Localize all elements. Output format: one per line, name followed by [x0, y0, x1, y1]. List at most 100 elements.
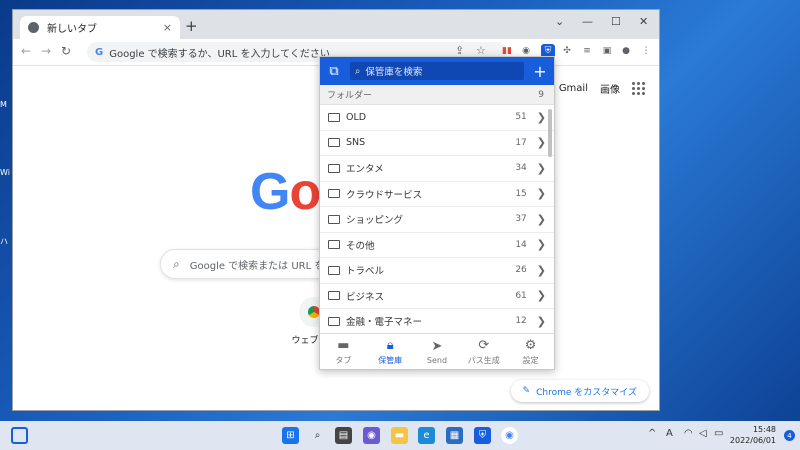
- folder-count: 51: [515, 112, 527, 123]
- pencil-icon: ✎: [522, 386, 531, 396]
- chevron-right-icon: ❯: [536, 136, 546, 150]
- side-panel-icon[interactable]: ▣: [600, 44, 614, 58]
- widgets-icon[interactable]: [11, 427, 28, 444]
- search-icon[interactable]: ⌕: [309, 427, 326, 444]
- nav-tab[interactable]: ▬ タブ: [320, 334, 367, 369]
- tab-search-icon[interactable]: ⌄: [555, 15, 564, 28]
- folder-icon: [328, 163, 340, 173]
- customize-chrome-button[interactable]: ✎ Chrome をカスタマイズ: [510, 380, 649, 402]
- folder-icon: [328, 112, 340, 122]
- search-icon: ⌕: [173, 256, 180, 271]
- folder-icon: [328, 316, 340, 326]
- close-tab-icon[interactable]: ×: [163, 21, 172, 34]
- new-tab-button[interactable]: +: [185, 17, 198, 35]
- folder-count: 17: [515, 137, 527, 148]
- apps-grid-icon[interactable]: [632, 82, 645, 95]
- store-icon[interactable]: ▦: [446, 427, 463, 444]
- folder-item[interactable]: OLD 51 ❯: [320, 105, 554, 131]
- reload-icon[interactable]: ↻: [61, 44, 71, 58]
- folder-count: 34: [515, 163, 527, 174]
- tab-new-tab[interactable]: 新しいタブ ×: [20, 16, 180, 39]
- folder-name: エンタメ: [346, 164, 384, 176]
- volume-icon[interactable]: ◁: [699, 428, 707, 439]
- nav-generator-label: パス生成: [467, 355, 500, 365]
- folder-icon: [328, 240, 340, 250]
- gmail-link[interactable]: Gmail: [559, 83, 588, 94]
- nav-send[interactable]: ➤ Send: [414, 334, 461, 369]
- folder-item[interactable]: クラウドサービス 15 ❯: [320, 182, 554, 207]
- folder-list: OLD 51 ❯ SNS 17 ❯ エンタメ 34 ❯ クラウドサービス 15 ❯ ショッピング…: [320, 105, 554, 333]
- folder-name: クラウドサービス: [346, 189, 423, 201]
- chevron-right-icon: ❯: [536, 238, 546, 252]
- folder-name: その他: [346, 240, 375, 252]
- folder-list-scrollbar[interactable]: [548, 109, 552, 157]
- popout-icon[interactable]: ⧉: [326, 64, 342, 79]
- nav-generator[interactable]: ⟳ パス生成: [460, 334, 507, 369]
- nav-vault[interactable]: 🔒︎ 保管庫: [367, 334, 414, 369]
- maximize-button[interactable]: ☐: [611, 15, 621, 28]
- customize-label: Chrome をカスタマイズ: [536, 387, 637, 398]
- clock-date: 2022/06/01: [729, 436, 776, 445]
- add-item-icon[interactable]: +: [532, 62, 548, 81]
- folder-item[interactable]: エンタメ 34 ❯: [320, 156, 554, 182]
- folder-name: ショッピング: [346, 215, 404, 227]
- notification-badge[interactable]: 4: [784, 430, 795, 441]
- folder-name: OLD: [346, 111, 367, 123]
- forward-icon[interactable]: →: [41, 44, 51, 58]
- folder-item[interactable]: ビジネス 61 ❯: [320, 284, 554, 309]
- edge-icon[interactable]: e: [418, 427, 435, 444]
- folder-icon: [328, 138, 340, 148]
- extensions-puzzle-icon[interactable]: ✣: [560, 44, 574, 58]
- bitwarden-taskbar-icon[interactable]: ⛨: [474, 427, 491, 444]
- ime-indicator[interactable]: A: [666, 428, 673, 439]
- chevron-right-icon: ❯: [536, 289, 546, 303]
- nav-vault-label: 保管庫: [378, 355, 403, 365]
- chevron-up-icon[interactable]: ^: [648, 428, 656, 439]
- start-windows-icon[interactable]: ⊞: [282, 427, 299, 444]
- folder-name: SNS: [346, 137, 366, 149]
- chrome-taskbar-icon[interactable]: ◉: [501, 427, 518, 444]
- bitwarden-popup: ⧉ ⌕ 保管庫を検索 + フォルダー 9 OLD 51 ❯ SNS 17 ❯ エンタメ 3…: [319, 56, 555, 370]
- folder-item[interactable]: ショッピング 37 ❯: [320, 207, 554, 233]
- menu-dots-icon[interactable]: ⋮: [639, 44, 653, 58]
- folder-icon: [328, 189, 340, 199]
- folder-item[interactable]: SNS 17 ❯: [320, 131, 554, 156]
- reading-list-icon[interactable]: ≡: [580, 44, 594, 58]
- desktop-icon-label[interactable]: ハ: [0, 236, 12, 247]
- taskbar: ⊞ ⌕ ▤ ◉ ▬ e ▦ ⛨ ◉ ^ A ◠ ◁ ▭ 15:48 2022/0…: [0, 421, 800, 450]
- chevron-right-icon: ❯: [536, 314, 546, 328]
- nav-send-label: Send: [426, 355, 448, 365]
- tab-title: 新しいタブ: [47, 24, 97, 35]
- generator-refresh-icon: ⟳: [478, 337, 490, 353]
- folder-icon: [328, 291, 340, 301]
- vault-search-input[interactable]: ⌕ 保管庫を検索: [350, 62, 524, 80]
- google-logo: Go: [250, 163, 321, 221]
- desktop-icon-label[interactable]: M: [0, 100, 12, 109]
- chat-icon[interactable]: ◉: [363, 427, 380, 444]
- file-explorer-icon[interactable]: ▬: [391, 427, 408, 444]
- wifi-icon[interactable]: ◠: [684, 428, 693, 439]
- nav-settings[interactable]: ⚙ 設定: [507, 334, 554, 369]
- taskbar-clock[interactable]: 15:48 2022/06/01: [730, 424, 776, 446]
- nav-settings-label: 設定: [522, 355, 539, 365]
- folder-name: ビジネス: [346, 291, 385, 303]
- folder-count: 14: [515, 239, 527, 250]
- profile-avatar-icon[interactable]: ●: [619, 44, 633, 58]
- folder-item[interactable]: トラベル 26 ❯: [320, 258, 554, 284]
- desktop-icon-label[interactable]: Wi: [0, 168, 12, 177]
- back-icon[interactable]: ←: [21, 44, 31, 58]
- task-view-icon[interactable]: ▤: [335, 427, 352, 444]
- folder-item[interactable]: 金融・電子マネー 12 ❯: [320, 309, 554, 333]
- battery-icon[interactable]: ▭: [714, 428, 723, 439]
- minimize-button[interactable]: —: [582, 15, 593, 28]
- folder-count: 26: [515, 265, 527, 276]
- folder-item[interactable]: その他 14 ❯: [320, 233, 554, 258]
- vault-search-placeholder: 保管庫を検索: [365, 67, 423, 78]
- folder-count: 61: [515, 290, 527, 301]
- omnibox-placeholder: Google で検索するか、URL を入力してください: [109, 48, 330, 60]
- images-link[interactable]: 画像: [600, 81, 620, 96]
- clock-time: 15:48: [752, 425, 776, 434]
- close-window-button[interactable]: ✕: [639, 15, 648, 28]
- folder-count: 15: [515, 188, 527, 199]
- folders-count: 9: [538, 89, 544, 100]
